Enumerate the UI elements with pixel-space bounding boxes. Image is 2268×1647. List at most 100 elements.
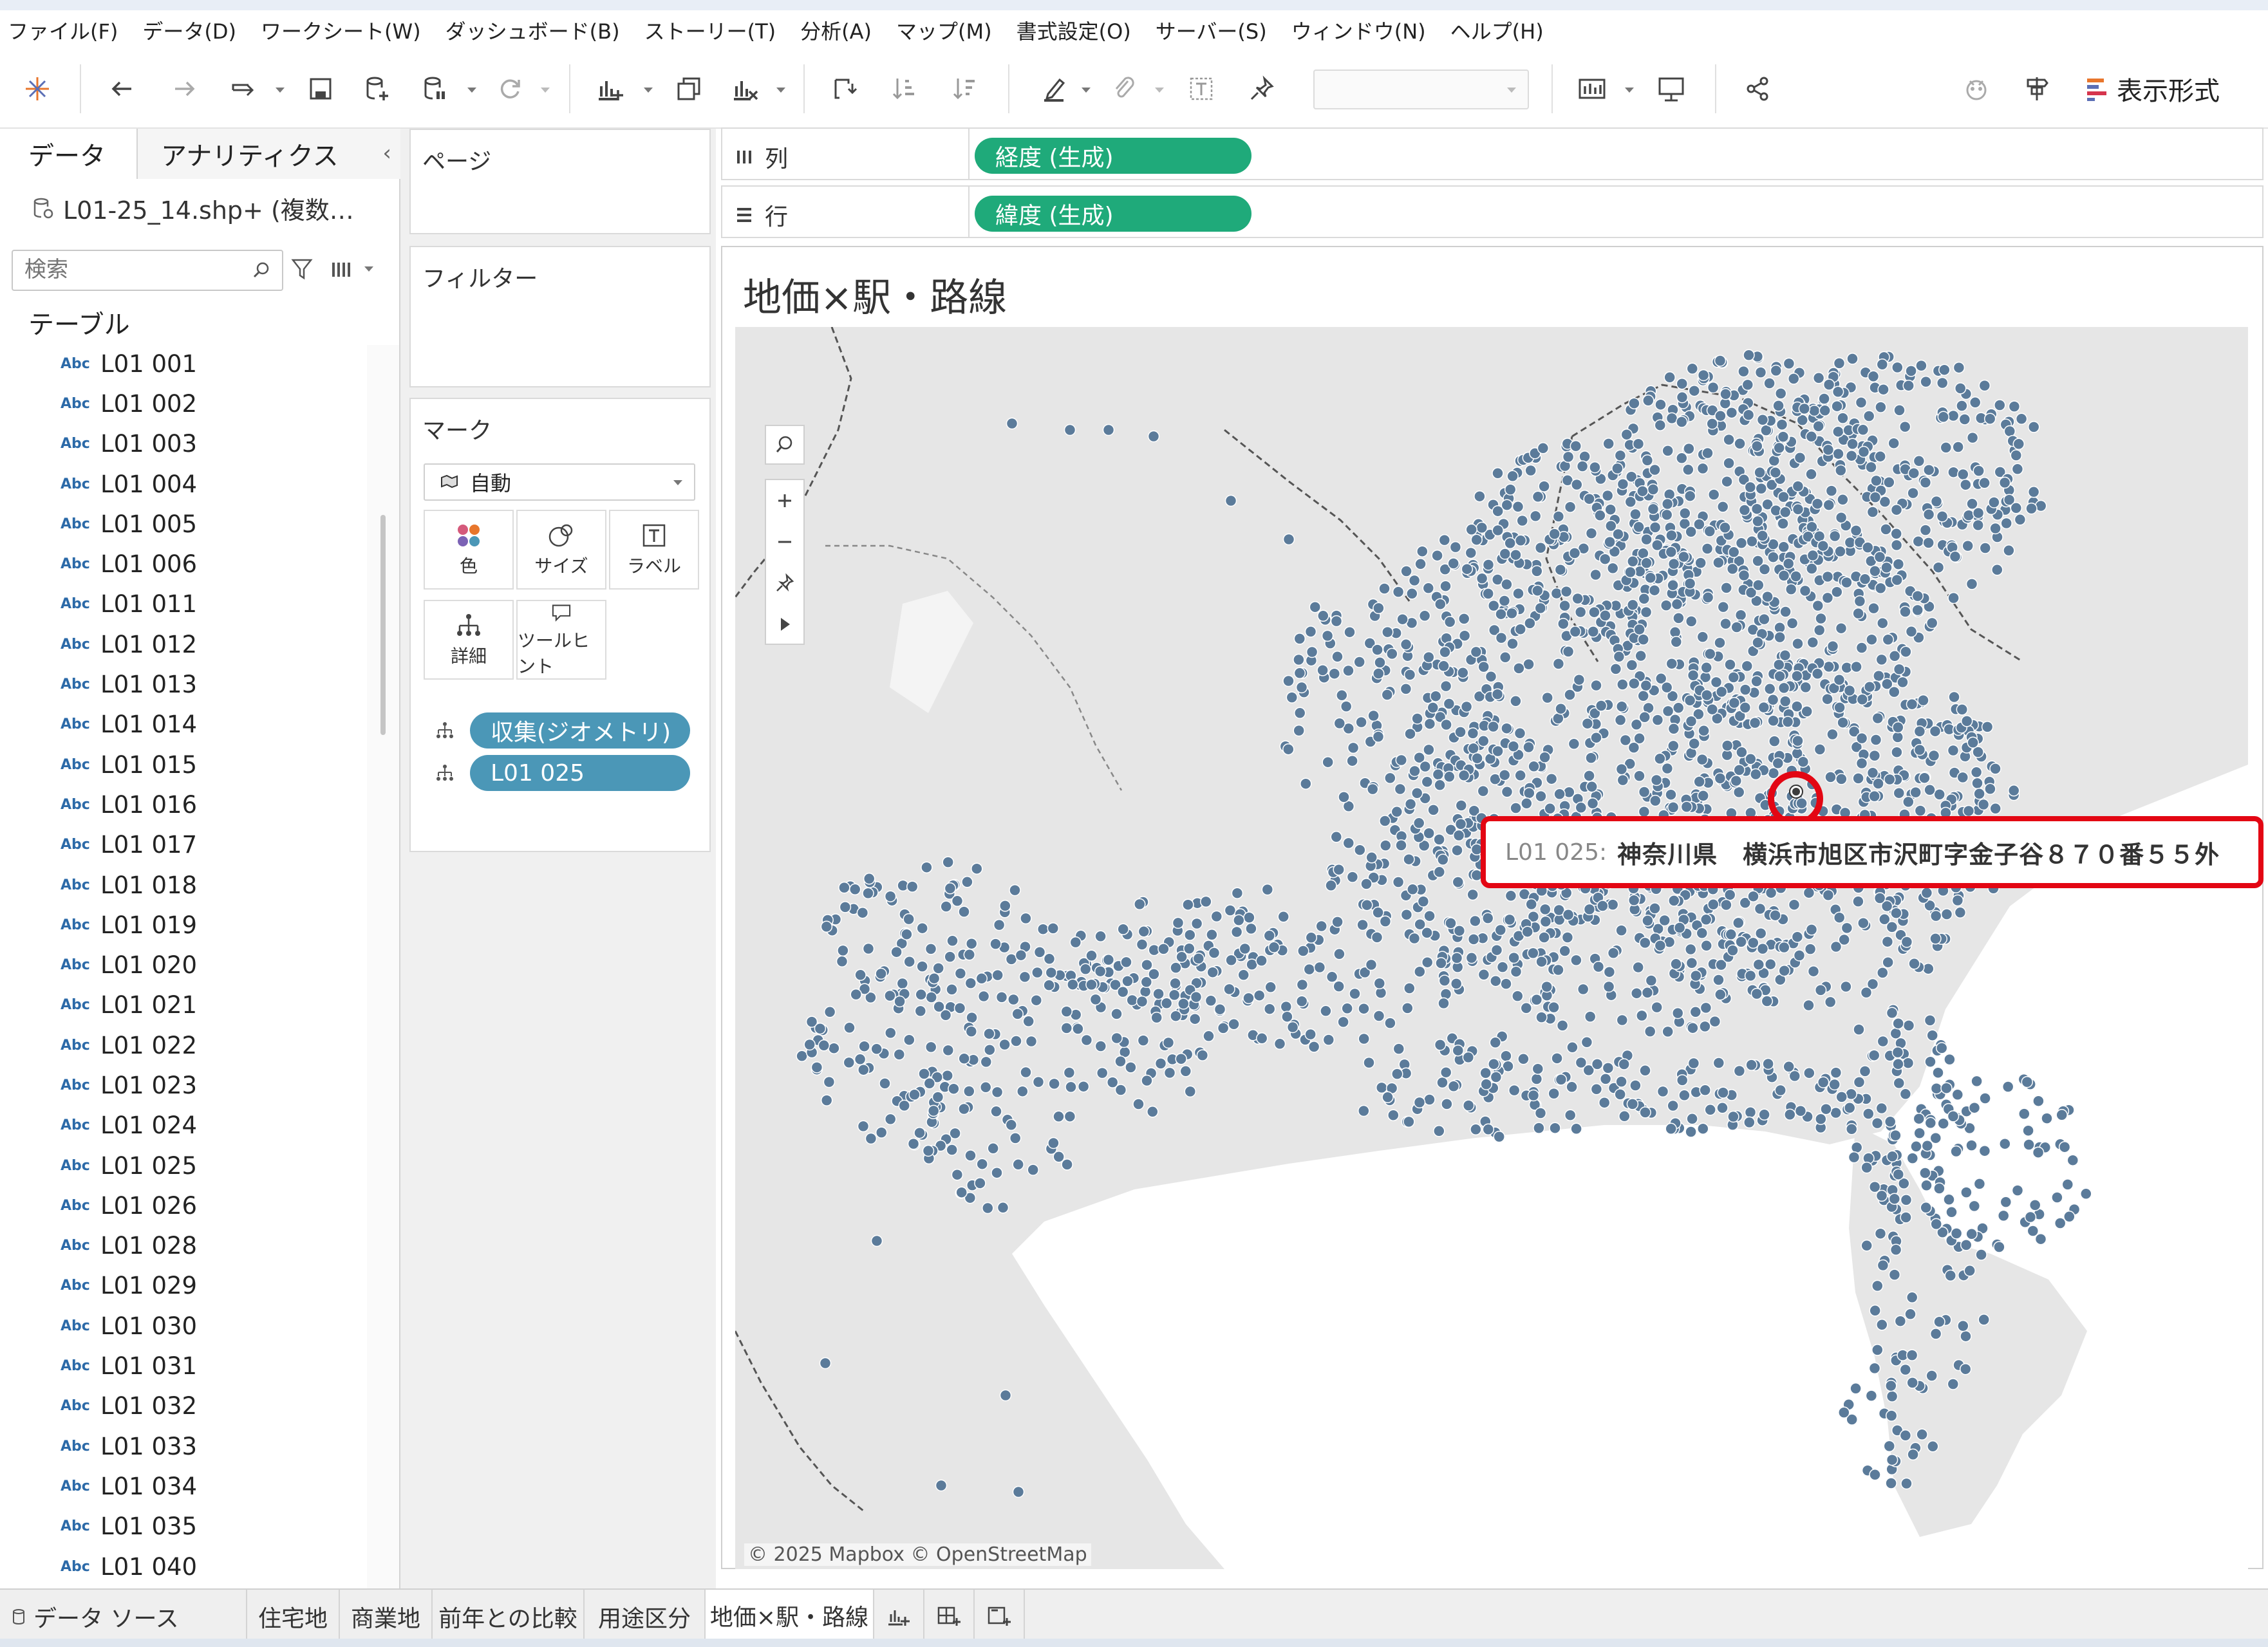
map-mark[interactable] <box>1687 1057 1700 1070</box>
map-mark[interactable] <box>925 991 937 1003</box>
map-mark[interactable] <box>858 1040 870 1052</box>
map-mark[interactable] <box>1599 1073 1612 1085</box>
map-mark[interactable] <box>1570 1122 1582 1135</box>
map-mark[interactable] <box>2008 400 2021 413</box>
map-mark[interactable] <box>903 1034 915 1046</box>
map-mark[interactable] <box>1141 1074 1153 1087</box>
map-mark[interactable] <box>1433 833 1445 846</box>
map-mark[interactable] <box>1313 961 1326 974</box>
map-mark[interactable] <box>1860 1161 1873 1174</box>
map-mark[interactable] <box>1361 898 1373 911</box>
map-mark[interactable] <box>1920 1179 1933 1192</box>
selected-mark[interactable] <box>1789 785 1803 799</box>
map-mark[interactable] <box>1963 1265 1976 1277</box>
map-mark[interactable] <box>1869 1305 1881 1317</box>
map-mark[interactable] <box>1532 490 1544 503</box>
map-mark[interactable] <box>1960 1330 1972 1343</box>
map-mark[interactable] <box>858 1063 870 1076</box>
map-mark[interactable] <box>2018 1108 2030 1120</box>
map-mark[interactable] <box>1873 669 1885 682</box>
map-mark[interactable] <box>1392 876 1405 888</box>
map-mark[interactable] <box>1835 464 1847 477</box>
map-mark[interactable] <box>1633 770 1645 782</box>
map-mark[interactable] <box>999 1389 1012 1402</box>
map-mark[interactable] <box>1411 712 1423 725</box>
map-mark[interactable] <box>1606 898 1619 911</box>
field-row[interactable]: Abc L01 030 <box>0 1306 380 1346</box>
map-mark[interactable] <box>1684 943 1697 956</box>
map-mark[interactable] <box>1598 1096 1611 1109</box>
map-mark[interactable] <box>1601 489 1614 502</box>
map-mark[interactable] <box>1438 660 1450 673</box>
map-mark[interactable] <box>1322 756 1334 768</box>
map-mark[interactable] <box>1899 1363 1912 1376</box>
map-mark[interactable] <box>1508 1084 1521 1097</box>
map-mark[interactable] <box>1972 507 1985 519</box>
map-mark[interactable] <box>1948 691 1960 703</box>
map-mark[interactable] <box>1857 423 1870 436</box>
map-mark[interactable] <box>1670 958 1682 971</box>
map-mark[interactable] <box>1679 507 1691 519</box>
map-mark[interactable] <box>1886 1150 1898 1163</box>
map-mark[interactable] <box>1080 1034 1093 1047</box>
map-mark[interactable] <box>1633 521 1645 534</box>
map-mark[interactable] <box>1595 700 1607 712</box>
map-mark[interactable] <box>1433 866 1446 879</box>
map-mark[interactable] <box>1888 650 1901 662</box>
map-mark[interactable] <box>1111 1032 1123 1045</box>
map-mark[interactable] <box>1372 906 1384 919</box>
map-mark[interactable] <box>1169 977 1181 990</box>
map-mark[interactable] <box>1915 359 1927 372</box>
redo-loop-icon[interactable] <box>225 68 264 109</box>
back-arrow-icon[interactable] <box>103 68 142 109</box>
map-mark[interactable] <box>1168 989 1181 1001</box>
map-mark[interactable] <box>1089 993 1102 1006</box>
map-mark[interactable] <box>1012 1158 1024 1171</box>
map-mark[interactable] <box>1867 370 1880 383</box>
map-mark[interactable] <box>1467 727 1479 740</box>
map-mark[interactable] <box>1461 563 1474 575</box>
map-mark[interactable] <box>1545 772 1558 785</box>
map-mark[interactable] <box>1862 410 1875 422</box>
map-mark[interactable] <box>1508 951 1520 964</box>
map-mark[interactable] <box>1064 1110 1076 1122</box>
map-mark[interactable] <box>1053 1151 1065 1163</box>
field-row[interactable]: Abc L01 029 <box>0 1266 380 1306</box>
map-mark[interactable] <box>1660 599 1673 611</box>
map-mark[interactable] <box>1403 669 1416 681</box>
menu-item[interactable]: マップ(M) <box>896 15 992 45</box>
map-mark[interactable] <box>1520 1002 1533 1014</box>
map-mark[interactable] <box>1333 717 1346 730</box>
map-mark[interactable] <box>975 972 988 985</box>
map-mark[interactable] <box>1678 1089 1691 1102</box>
map-mark[interactable] <box>1845 1123 1858 1135</box>
map-mark[interactable] <box>1966 431 1979 444</box>
map-mark[interactable] <box>1803 1066 1815 1079</box>
map-mark[interactable] <box>1899 606 1911 618</box>
map-mark[interactable] <box>1830 1106 1842 1119</box>
map-mark[interactable] <box>1833 357 1846 369</box>
clear-sheet-icon[interactable] <box>726 68 765 109</box>
map-mark[interactable] <box>1504 889 1517 902</box>
map-mark[interactable] <box>1782 557 1795 570</box>
map-mark[interactable] <box>1353 656 1365 668</box>
field-row[interactable]: Abc L01 031 <box>0 1346 380 1386</box>
map-mark[interactable] <box>1806 563 1818 575</box>
map-mark[interactable] <box>1485 670 1497 683</box>
map-mark[interactable] <box>955 1186 968 1198</box>
map-mark[interactable] <box>1633 623 1645 636</box>
map-mark[interactable] <box>1525 898 1537 911</box>
map-mark[interactable] <box>1295 995 1308 1007</box>
map-mark[interactable] <box>1121 975 1134 987</box>
map-mark[interactable] <box>1443 616 1456 628</box>
map-mark[interactable] <box>1638 786 1651 798</box>
map-mark[interactable] <box>1342 664 1354 677</box>
map-mark[interactable] <box>1079 963 1092 976</box>
map-mark[interactable] <box>1365 958 1378 971</box>
field-row[interactable]: Abc L01 028 <box>0 1226 380 1266</box>
map-mark[interactable] <box>1962 539 1974 552</box>
map-mark[interactable] <box>1947 466 1960 478</box>
map-mark[interactable] <box>1617 774 1629 786</box>
map-mark[interactable] <box>974 1177 986 1189</box>
map-mark[interactable] <box>1309 600 1322 613</box>
